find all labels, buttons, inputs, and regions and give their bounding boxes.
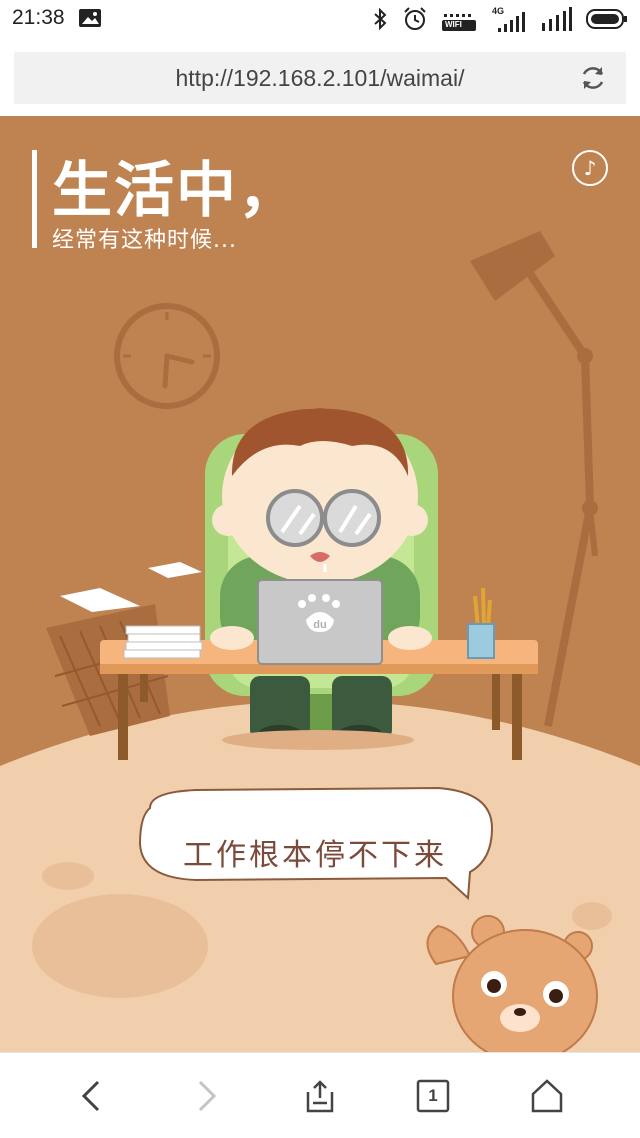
title-accent-bar	[32, 150, 37, 248]
floor-spot	[42, 862, 94, 890]
laptop-logo-text: du	[313, 619, 326, 631]
laptop: du	[257, 579, 383, 665]
web-content: du 生活中， 经常有这种时候... ♪ 工作根本停不下来	[0, 116, 640, 1052]
wifi-label: WIFI	[445, 20, 462, 29]
address-bar[interactable]: http://192.168.2.101/waimai/	[14, 52, 626, 104]
page-headline: 生活中，	[52, 156, 300, 226]
status-bar: 21:38 WIFI 4G	[0, 0, 640, 40]
left-hand	[210, 626, 254, 650]
back-icon[interactable]	[68, 1073, 114, 1119]
forward-icon[interactable]	[184, 1073, 230, 1119]
page-subline: 经常有这种时候...	[52, 228, 237, 253]
tabs-icon[interactable]: 1	[410, 1073, 456, 1119]
status-time: 21:38	[12, 6, 65, 29]
address-bar-area: http://192.168.2.101/waimai/	[0, 40, 640, 116]
signal-4g-icon: 4G	[492, 6, 526, 34]
paper-sheet	[60, 588, 140, 612]
alarm-icon	[402, 6, 428, 36]
reload-icon[interactable]	[578, 63, 608, 93]
image-icon	[78, 8, 102, 32]
wifi-icon: WIFI	[442, 10, 478, 32]
signal-icon	[540, 7, 572, 35]
share-icon[interactable]	[297, 1073, 343, 1119]
wall-clock-icon	[114, 303, 220, 409]
illustration: du	[0, 231, 640, 1052]
bubble-text: 工作根本停不下来	[183, 838, 447, 873]
floor-spot	[572, 902, 612, 930]
tab-count: 1	[428, 1086, 438, 1105]
battery-icon	[586, 8, 628, 34]
floor-spot	[32, 894, 208, 998]
music-note-icon[interactable]: ♪	[572, 150, 608, 186]
browser-toolbar: 1	[0, 1052, 640, 1138]
paper-sheet	[148, 562, 202, 578]
status-icons: WIFI 4G	[372, 6, 628, 36]
home-icon[interactable]	[524, 1073, 570, 1119]
url-text[interactable]: http://192.168.2.101/waimai/	[14, 65, 626, 92]
pencil-cup	[467, 587, 495, 659]
bluetooth-icon	[372, 7, 388, 35]
paper-stack	[123, 625, 203, 659]
right-hand	[388, 626, 432, 650]
